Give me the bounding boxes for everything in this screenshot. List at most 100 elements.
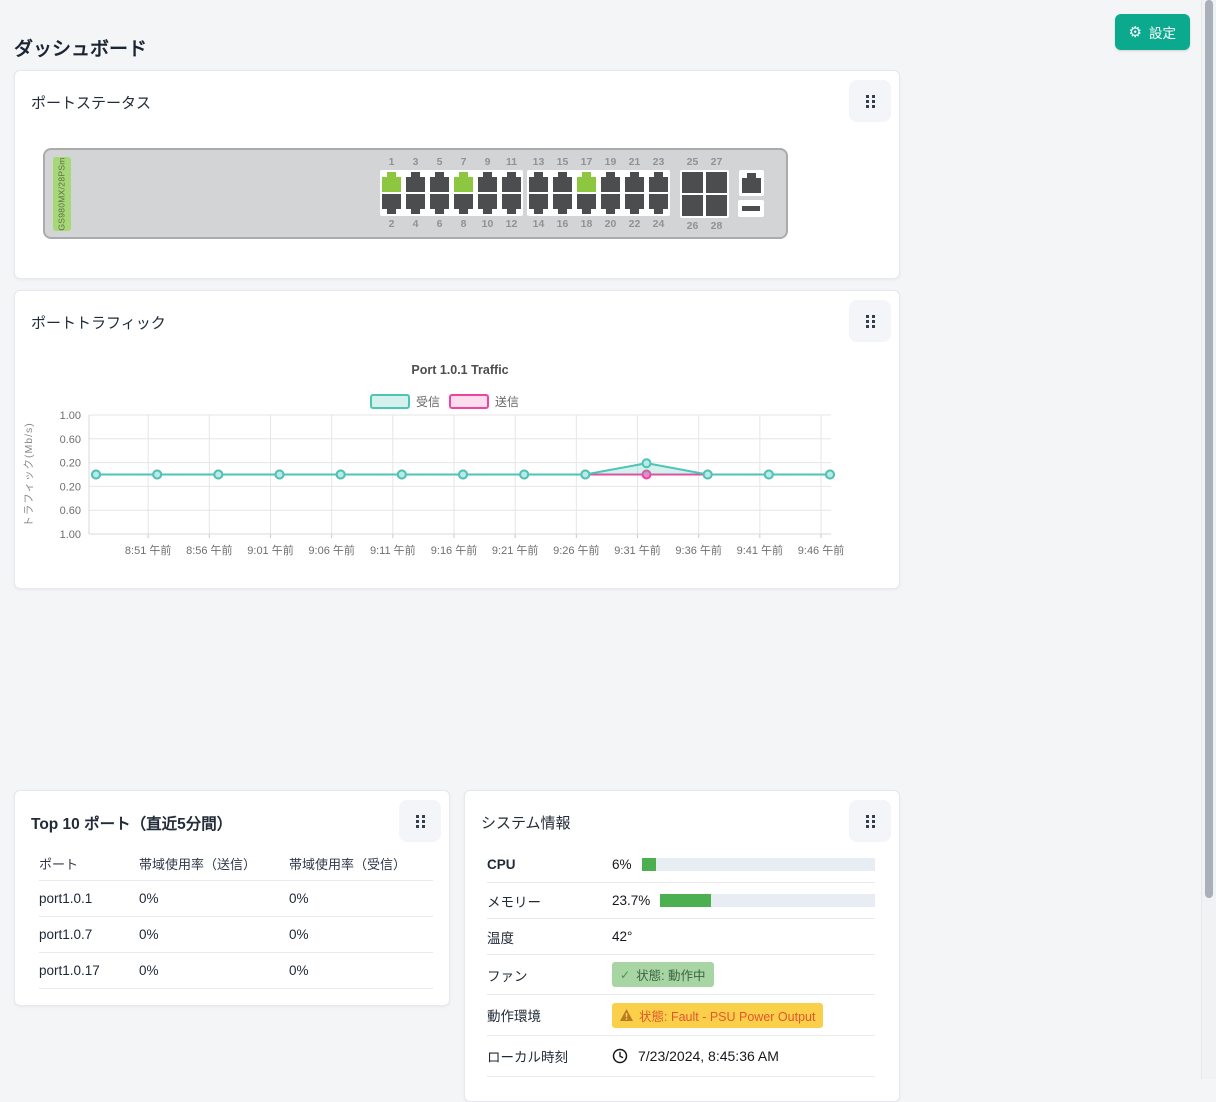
port-numbers: 2628 — [682, 219, 727, 233]
port-block — [680, 170, 729, 218]
y-tick-label: 1.00 — [60, 529, 81, 541]
port-0[interactable] — [742, 173, 761, 193]
row-label: 温度 — [487, 927, 612, 947]
port-1[interactable] — [382, 172, 401, 192]
port-19[interactable] — [601, 172, 620, 192]
legend-swatch — [450, 395, 488, 408]
status-badge-ok: ✓状態: 動作中 — [612, 962, 714, 987]
port-9[interactable] — [478, 172, 497, 192]
port-16[interactable] — [553, 194, 572, 214]
row-label: CPU — [487, 857, 612, 872]
mgmt-port-box — [739, 170, 764, 196]
y-tick-label: 0.60 — [60, 505, 81, 517]
local-time-text: 7/23/2024, 8:45:36 AM — [638, 1048, 779, 1064]
port-8[interactable] — [454, 194, 473, 214]
port-28[interactable] — [706, 195, 727, 216]
data-point — [520, 471, 528, 479]
drag-handle-icon — [866, 315, 875, 328]
port-2[interactable] — [382, 194, 401, 214]
table-cell: port1.0.17 — [39, 963, 139, 978]
port-numbers: 2527 — [682, 155, 727, 169]
y-tick-label: 1.00 — [60, 410, 81, 422]
data-point — [765, 471, 773, 479]
port-traffic-card: ポートトラフィック 8:51 午前8:56 午前9:01 午前9:06 午前9:… — [14, 290, 900, 589]
data-point — [153, 471, 161, 479]
mgmt-ports — [738, 170, 764, 217]
gear-icon: ⚙ — [1129, 25, 1142, 40]
port-traffic-title: ポートトラフィック — [31, 312, 166, 333]
scrollbar-track[interactable] — [1201, 0, 1216, 1079]
port-21[interactable] — [625, 172, 644, 192]
port-11[interactable] — [502, 172, 521, 192]
port-status-title: ポートステータス — [31, 92, 151, 113]
port-14[interactable] — [529, 194, 548, 214]
data-point — [276, 471, 284, 479]
drag-handle-icon — [416, 815, 425, 828]
port-27[interactable] — [706, 172, 727, 193]
port-12[interactable] — [502, 194, 521, 214]
port-15[interactable] — [553, 172, 572, 192]
port-25[interactable] — [682, 172, 703, 193]
port-6[interactable] — [430, 194, 449, 214]
settings-button-label: 設定 — [1149, 22, 1176, 42]
port-numbers: 141618202224 — [529, 217, 668, 231]
system-info-drag-handle[interactable] — [849, 800, 891, 842]
port-5[interactable] — [430, 172, 449, 192]
column-header: 帯域使用率（送信） — [139, 854, 289, 873]
table-row: port1.0.70%0% — [39, 917, 433, 953]
legend-label: 送信 — [495, 394, 519, 409]
switch-model-label: GS980MX/28PSm — [53, 157, 71, 231]
progress-fill — [660, 894, 711, 907]
table-cell: 0% — [139, 963, 289, 978]
port-23[interactable] — [649, 172, 668, 192]
row-value: 7/23/2024, 8:45:36 AM — [612, 1048, 875, 1064]
row-label: ファン — [487, 965, 612, 985]
port-13[interactable] — [529, 172, 548, 192]
console-slot[interactable] — [742, 206, 760, 211]
row-value: 42° — [612, 929, 875, 944]
table-cell: 0% — [289, 891, 433, 906]
port-numbers: 131517192123 — [529, 155, 668, 169]
port-20[interactable] — [601, 194, 620, 214]
port-group: 131517192123 141618202224 — [527, 155, 670, 231]
port-traffic-drag-handle[interactable] — [849, 300, 891, 342]
table-cell: 0% — [139, 927, 289, 942]
port-17[interactable] — [577, 172, 596, 192]
x-tick-label: 9:21 午前 — [492, 543, 538, 557]
scrollbar-thumb[interactable] — [1205, 0, 1213, 898]
system-info-row: 温度42° — [487, 919, 875, 955]
port-7[interactable] — [454, 172, 473, 192]
port-group: 135791124681012 — [380, 155, 523, 231]
port-18[interactable] — [577, 194, 596, 214]
data-point — [92, 471, 100, 479]
port-4[interactable] — [406, 194, 425, 214]
port-10[interactable] — [478, 194, 497, 214]
data-point — [337, 471, 345, 479]
system-info-row: ファン✓状態: 動作中 — [487, 955, 875, 995]
drag-handle-icon — [866, 95, 875, 108]
x-tick-label: 9:26 午前 — [553, 543, 599, 557]
column-header: 帯域使用率（受信） — [289, 854, 433, 873]
settings-button[interactable]: ⚙ 設定 — [1115, 14, 1190, 50]
traffic-line-chart: 8:51 午前8:56 午前9:01 午前9:06 午前9:11 午前9:16 … — [15, 346, 899, 581]
top-ports-drag-handle[interactable] — [399, 800, 441, 842]
data-point — [704, 471, 712, 479]
chart-title: Port 1.0.1 Traffic — [411, 363, 508, 377]
port-3[interactable] — [406, 172, 425, 192]
x-tick-label: 9:01 午前 — [247, 543, 293, 557]
port-group — [738, 155, 764, 232]
port-22[interactable] — [625, 194, 644, 214]
x-tick-label: 8:51 午前 — [125, 543, 171, 557]
warning-triangle-icon — [620, 1009, 633, 1021]
data-point — [398, 471, 406, 479]
port-26[interactable] — [682, 195, 703, 216]
data-point — [581, 471, 589, 479]
progress-track — [660, 894, 875, 907]
table-header-row: ポート帯域使用率（送信）帯域使用率（受信） — [39, 847, 433, 881]
port-24[interactable] — [649, 194, 668, 214]
port-status-drag-handle[interactable] — [849, 80, 891, 122]
console-slot-box — [738, 200, 764, 217]
percent-text: 6% — [612, 857, 632, 872]
x-tick-label: 9:36 午前 — [675, 543, 721, 557]
port-numbers: 24681012 — [382, 217, 521, 231]
